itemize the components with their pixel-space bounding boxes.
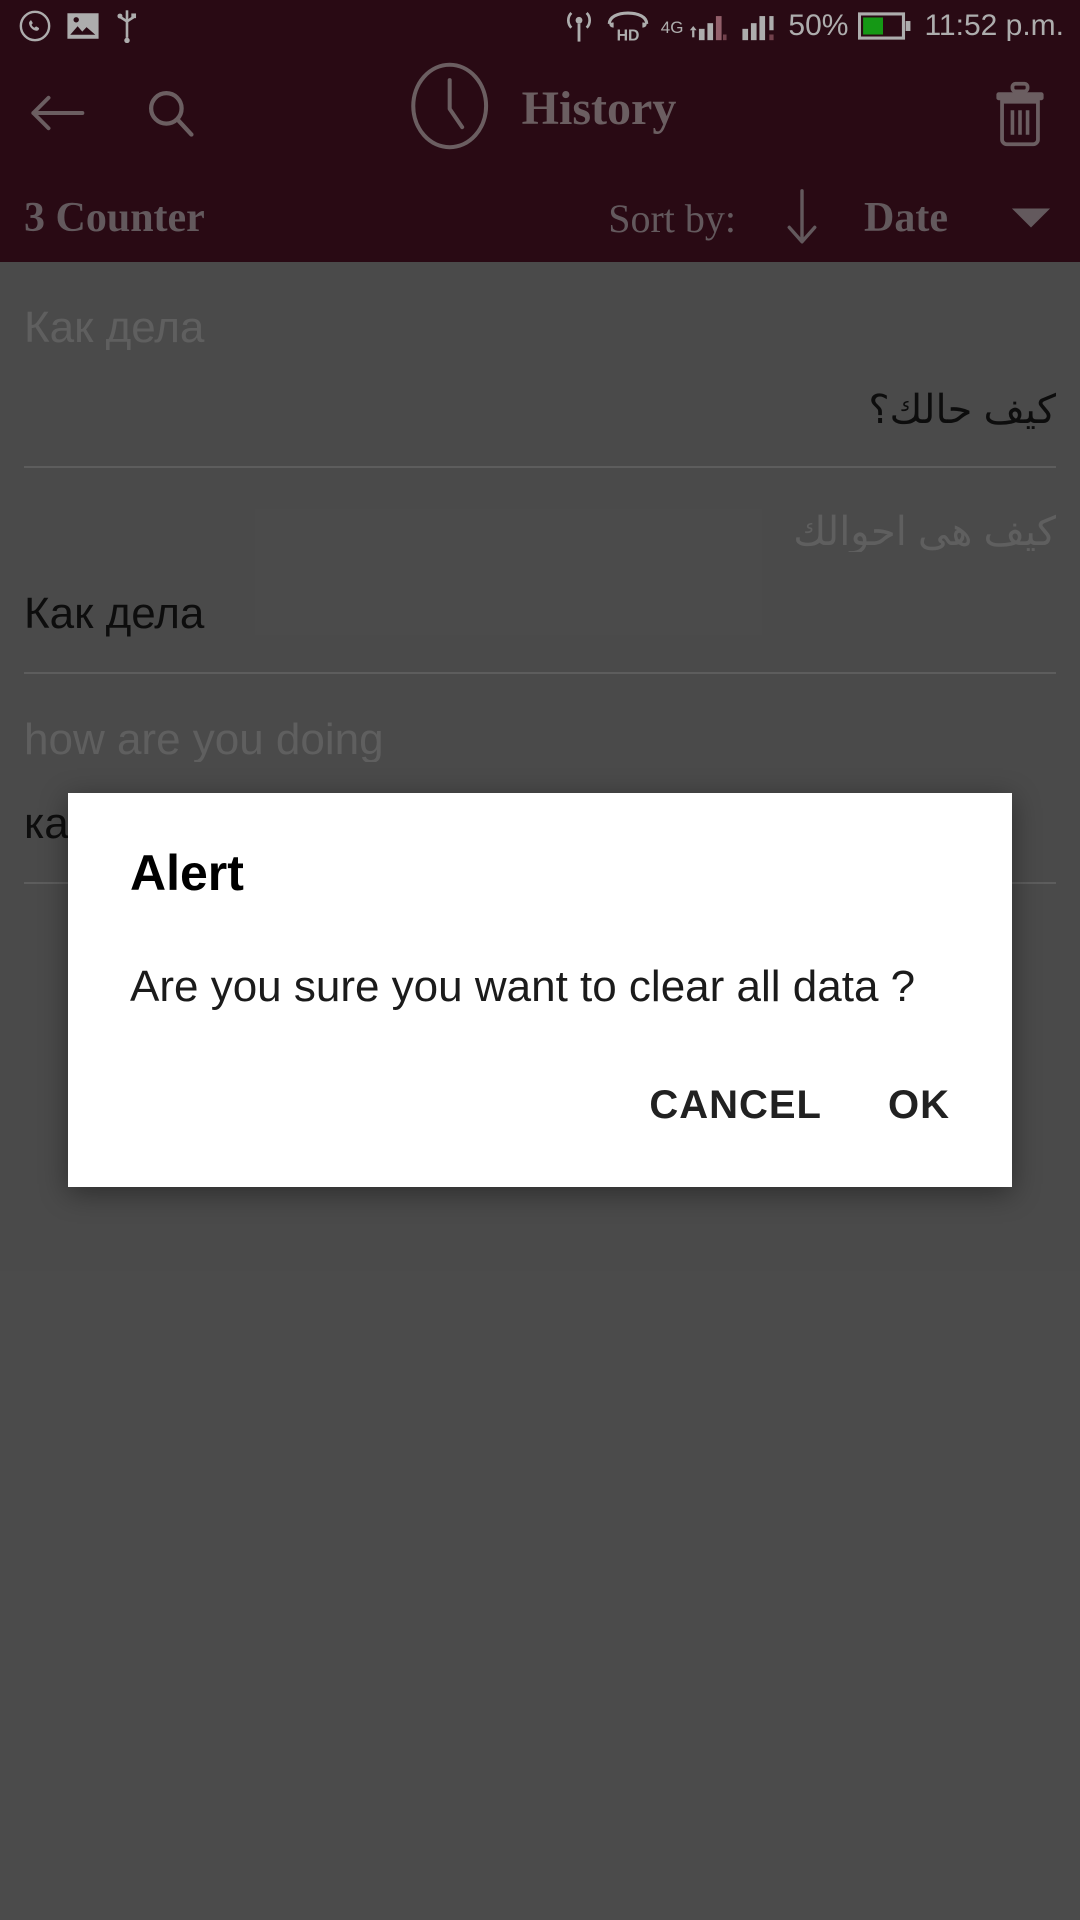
phone-screen: HD 4G 50% 11:52 p.m. History 3 Counter S… <box>0 0 1080 1920</box>
alert-dialog-actions: CANCEL OK <box>621 1065 978 1146</box>
cancel-button[interactable]: CANCEL <box>621 1065 850 1146</box>
ok-button[interactable]: OK <box>860 1065 978 1146</box>
alert-dialog-message: Are you sure you want to clear all data … <box>130 962 916 1011</box>
alert-dialog-title: Alert <box>130 845 244 901</box>
alert-dialog: Alert Are you sure you want to clear all… <box>68 793 1012 1187</box>
